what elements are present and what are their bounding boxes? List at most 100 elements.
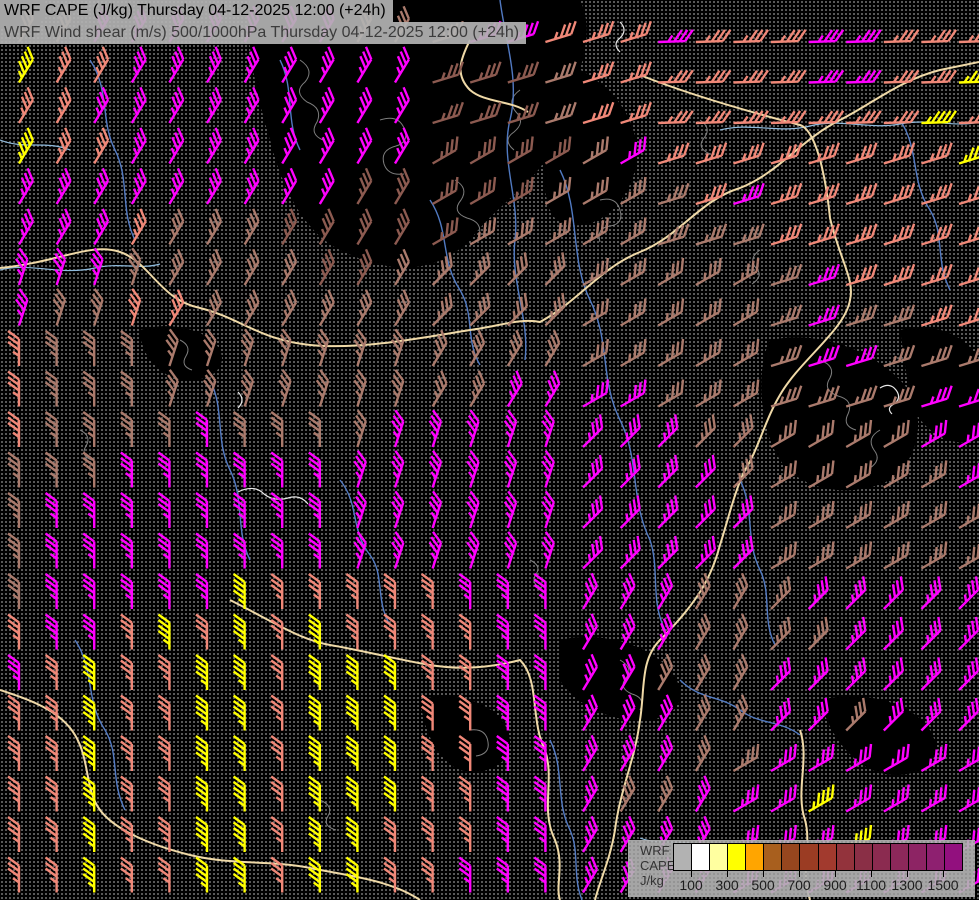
wind-barb [694, 454, 717, 489]
legend-tick [871, 870, 872, 877]
wind-barb [44, 735, 58, 771]
wind-barb [883, 69, 920, 84]
wind-barb [7, 775, 21, 812]
wind-barb [120, 694, 133, 731]
wind-barb [345, 654, 359, 690]
wind-barb [733, 142, 765, 165]
wind-barb [93, 46, 110, 84]
wind-barb [770, 29, 807, 44]
wind-barb [920, 784, 948, 813]
wind-barb [195, 694, 209, 731]
wind-barb [195, 573, 209, 609]
wind-barb [82, 816, 96, 852]
legend-tick [727, 870, 728, 877]
wind-barb [93, 86, 110, 124]
wind-barb [695, 223, 728, 246]
wind-barb [958, 743, 979, 773]
wind-barb [658, 110, 694, 125]
wind-barb [120, 532, 133, 569]
wind-barb [732, 784, 760, 813]
title-box: WRF CAPE (J/kg) Thursday 04-12-2025 12:0… [0, 0, 527, 44]
wind-barb [383, 735, 397, 771]
wind-barb [7, 451, 21, 488]
wind-barb [7, 411, 21, 447]
wind-barb [920, 500, 948, 530]
wind-barb [383, 573, 397, 609]
legend-color-cell [782, 844, 801, 870]
wind-barb [581, 572, 599, 610]
wind-barb [695, 142, 728, 165]
wind-barb [308, 856, 321, 893]
wind-barb [882, 657, 905, 691]
wind-barb [845, 142, 878, 165]
wind-barb [807, 541, 835, 570]
wind-barb [466, 409, 480, 448]
wind-barb [383, 816, 397, 852]
wind-barb [694, 775, 711, 813]
wind-barb [694, 495, 717, 529]
wind-barb [958, 69, 979, 84]
wind-barb [243, 167, 260, 205]
wind-barb [308, 573, 321, 609]
wind-barb [921, 142, 953, 165]
wind-barb [506, 370, 523, 408]
wind-barb [7, 573, 21, 609]
wind-barb [503, 531, 518, 569]
wind-barb [845, 784, 873, 813]
wind-barb [845, 541, 873, 570]
wind-barb [958, 500, 979, 530]
wind-barb [130, 127, 147, 165]
wind-barb [270, 856, 284, 893]
wind-barb [345, 694, 359, 731]
wind-barb [533, 816, 547, 852]
wind-barb [270, 694, 284, 731]
wind-barb [458, 573, 472, 609]
legend-color-cell [890, 844, 909, 870]
wind-barb [270, 775, 284, 812]
wind-barb [44, 613, 58, 650]
wind-barb [7, 654, 21, 690]
wind-barb [496, 816, 509, 852]
wind-barb [120, 492, 133, 528]
wind-barb [120, 735, 133, 771]
wind-barb [7, 330, 21, 366]
wind-barb [619, 298, 647, 327]
wind-barb [657, 298, 685, 327]
wind-barb [883, 263, 916, 287]
wind-barb [694, 734, 711, 772]
legend-tick [907, 870, 908, 877]
wind-barb [168, 167, 185, 205]
wind-barb [428, 490, 443, 529]
wind-barb [232, 694, 246, 731]
legend-tick [763, 870, 764, 877]
wind-barb [44, 411, 58, 447]
wind-barb [130, 86, 147, 124]
wind-barb [732, 653, 749, 691]
wind-barb [883, 500, 910, 530]
wind-barb [458, 775, 472, 812]
wind-barb [845, 223, 878, 246]
wind-barb [620, 20, 652, 44]
wind-barb [883, 110, 920, 125]
wind-barb [345, 775, 359, 812]
weather-map: WRF CAPE (J/kg) Thursday 04-12-2025 12:0… [0, 0, 979, 900]
wind-barb [17, 127, 35, 165]
wind-barb [657, 257, 685, 287]
legend-tick [799, 870, 800, 877]
wind-barb [55, 167, 72, 205]
wind-barb [533, 613, 547, 650]
wind-barb [205, 167, 223, 205]
wind-barb [82, 330, 96, 366]
wind-barb [353, 531, 367, 569]
wind-barb [157, 735, 171, 771]
wind-barb [195, 451, 209, 488]
wind-barb [503, 409, 518, 448]
wind-barb [93, 127, 110, 165]
wind-barb [883, 304, 916, 327]
wind-barb [695, 379, 722, 408]
wind-barb [533, 856, 547, 893]
wind-barb [732, 613, 749, 651]
wind-barb [308, 451, 321, 488]
legend-tick [835, 870, 836, 877]
wind-barb [390, 369, 405, 407]
